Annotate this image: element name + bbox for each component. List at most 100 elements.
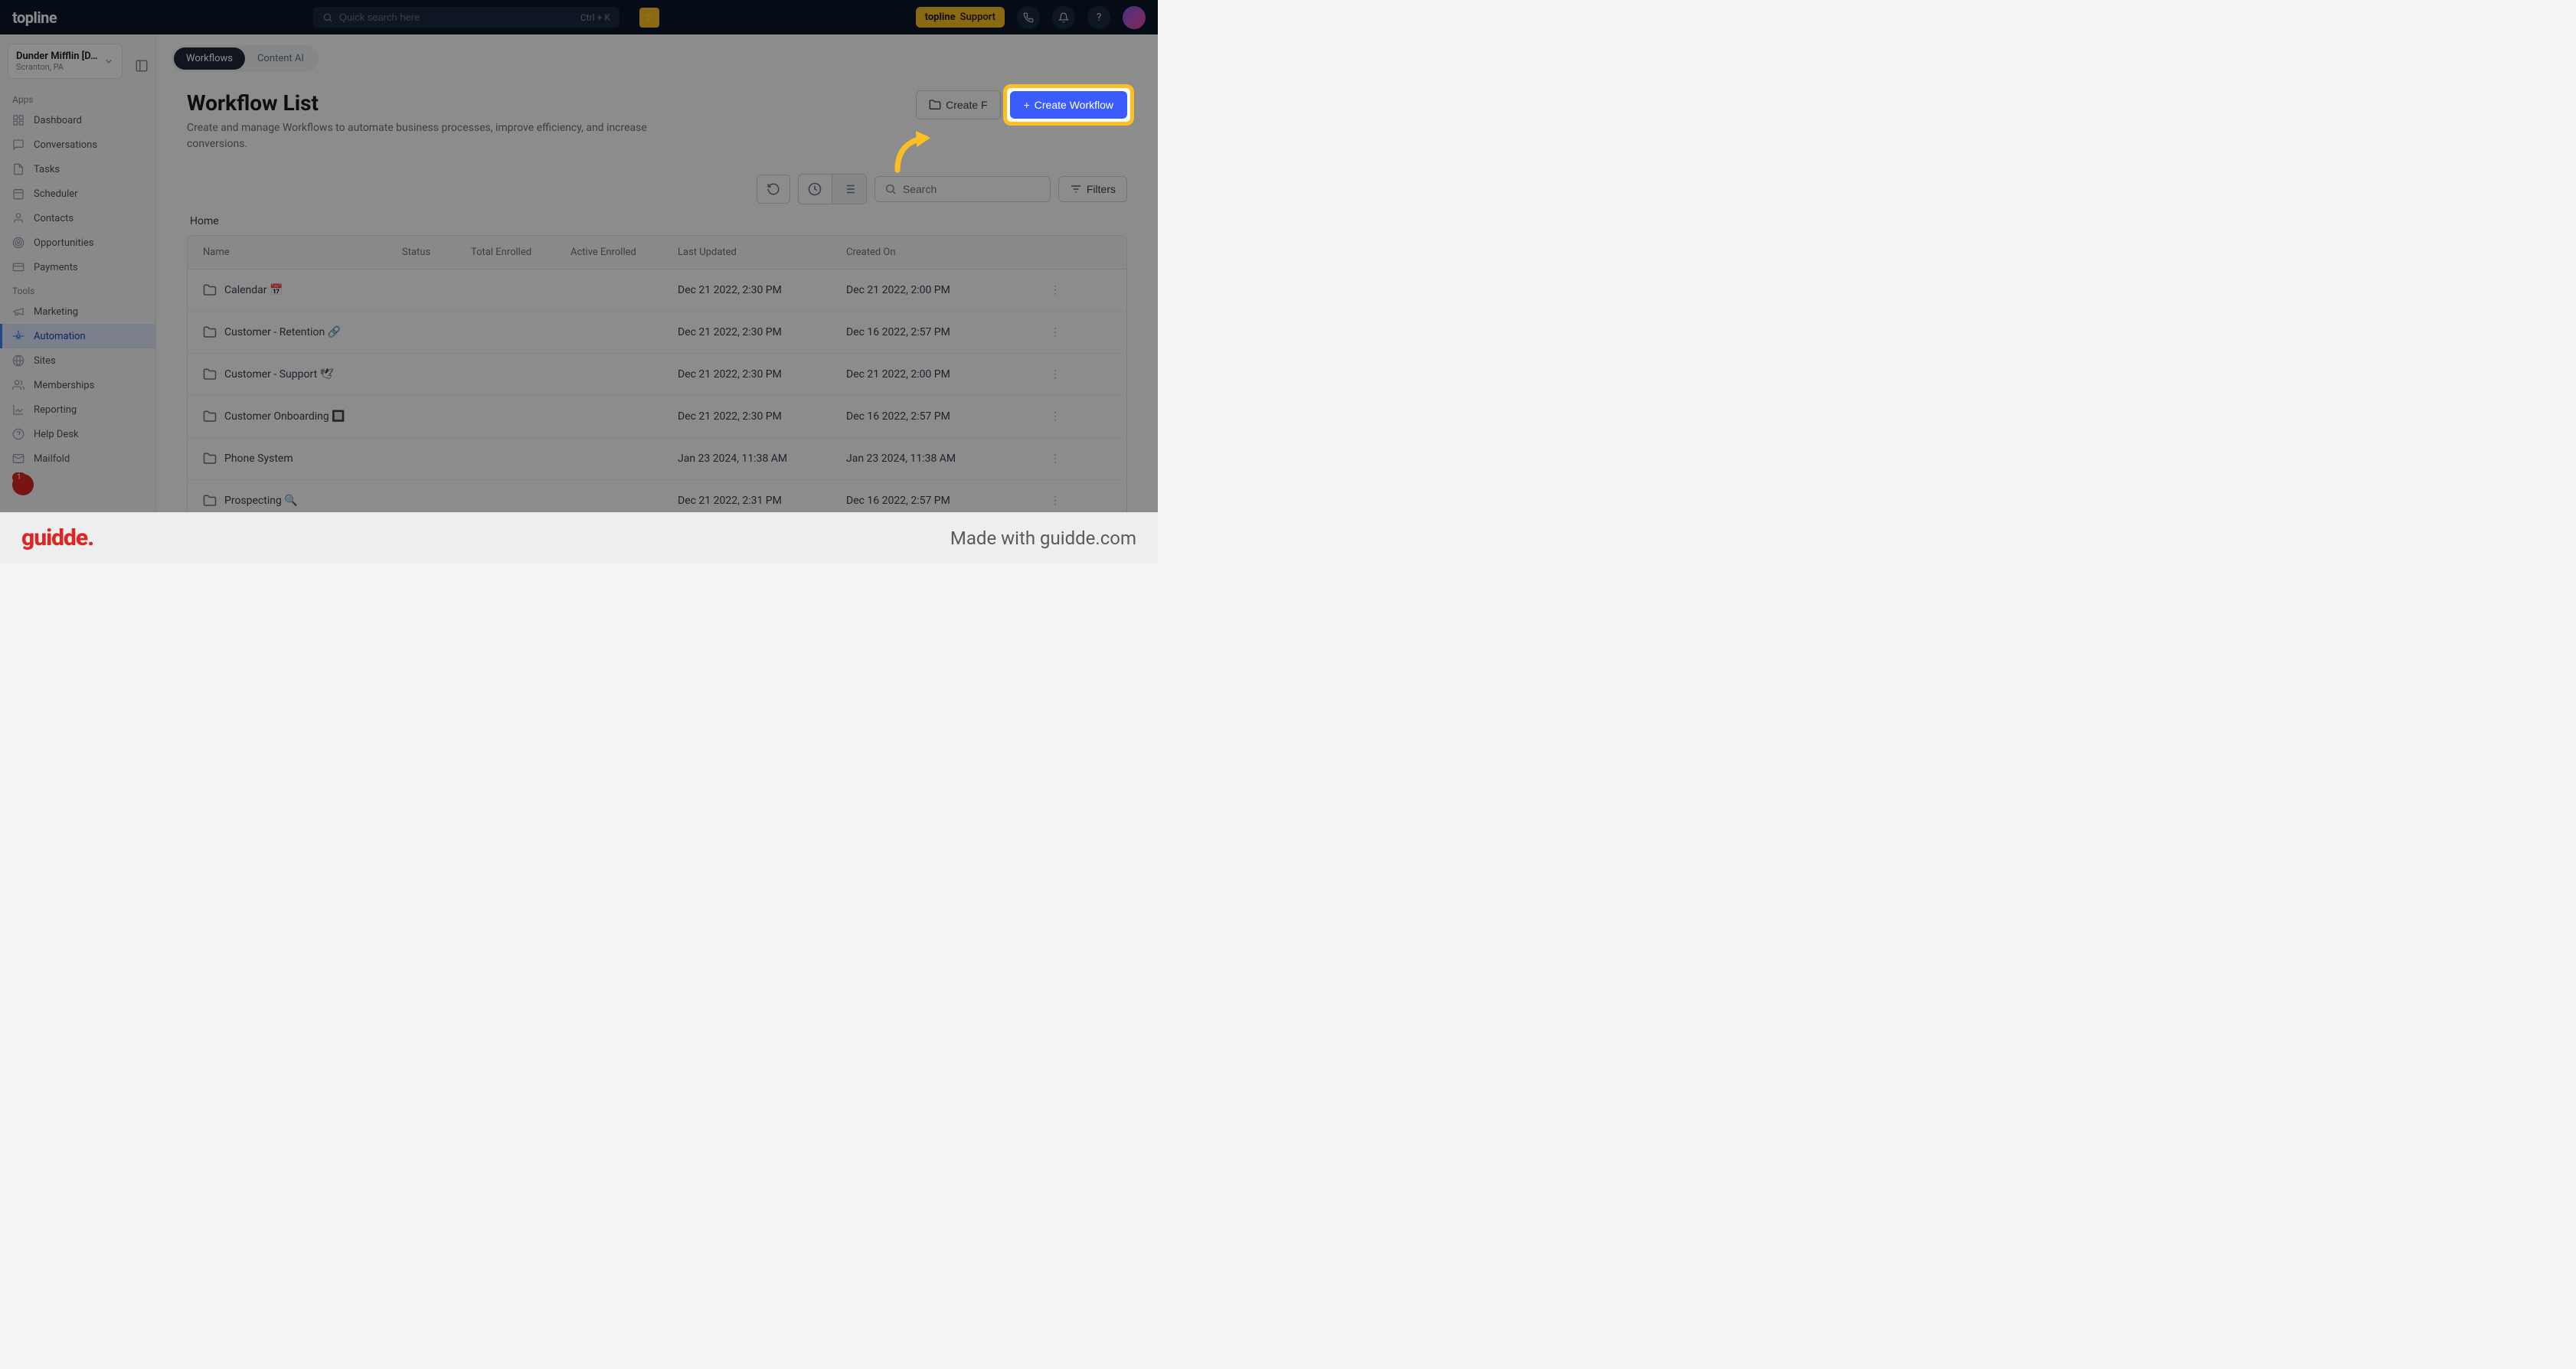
recent-button[interactable] (757, 175, 790, 204)
row-name: Calendar 📅 (224, 284, 283, 296)
sidebar-item-opportunities[interactable]: Opportunities (0, 230, 155, 255)
sidebar-item-mailfold[interactable]: Mailfold (0, 446, 155, 471)
callout-arrow (888, 121, 934, 182)
sidebar-item-marketing[interactable]: Marketing (0, 299, 155, 324)
phone-icon[interactable] (1017, 6, 1040, 29)
folder-icon (203, 452, 217, 466)
sidebar-item-label: Automation (34, 331, 86, 342)
tab-content-ai[interactable]: Content AI (245, 47, 316, 70)
sidebar-item-scheduler[interactable]: Scheduler (0, 181, 155, 206)
bell-icon[interactable] (1052, 6, 1075, 29)
org-selector[interactable]: Dunder Mifflin [D… Scranton, PA (8, 44, 123, 79)
sidebar-item-contacts[interactable]: Contacts (0, 206, 155, 230)
row-created: Dec 16 2022, 2:57 PM (846, 410, 1015, 423)
chart-icon (12, 404, 26, 416)
table-row[interactable]: Customer - Support 🕊 Dec 21 2022, 2:30 PM… (188, 354, 1126, 396)
support-button[interactable]: topline Support (916, 7, 1005, 28)
folder-icon (203, 410, 217, 423)
table-search-input[interactable] (903, 183, 1041, 195)
list-view[interactable] (832, 175, 866, 204)
search-input[interactable] (339, 11, 574, 23)
sidebar-item-sites[interactable]: Sites (0, 348, 155, 373)
row-name: Customer - Support 🕊 (224, 368, 333, 381)
tab-group: WorkflowsContent AI (172, 45, 319, 72)
row-name: Prospecting 🔍 (224, 495, 298, 507)
view-toggle (798, 174, 867, 204)
row-updated: Dec 21 2022, 2:30 PM (678, 326, 846, 338)
sidebar-item-label: Tasks (34, 164, 60, 175)
sidebar-apps-header: Apps (0, 88, 155, 108)
sidebar-item-reporting[interactable]: Reporting (0, 397, 155, 422)
folder-icon (203, 283, 217, 297)
chat-icon (12, 139, 26, 151)
tab-workflows[interactable]: Workflows (174, 47, 245, 70)
workflow-table: NameStatusTotal EnrolledActive EnrolledL… (187, 235, 1127, 522)
row-menu-icon[interactable]: ⋮ (1015, 410, 1061, 423)
table-row[interactable]: Customer - Retention 🔗 Dec 21 2022, 2:30 … (188, 312, 1126, 354)
card-icon (12, 261, 26, 273)
column-header: Total Enrolled (471, 247, 570, 258)
sidebar-item-label: Marketing (34, 306, 78, 318)
plus-icon: + (1024, 99, 1030, 111)
avatar[interactable] (1123, 6, 1146, 29)
sidebar-item-memberships[interactable]: Memberships (0, 373, 155, 397)
clock-view[interactable] (799, 175, 832, 204)
row-menu-icon[interactable]: ⋮ (1015, 453, 1061, 465)
global-search[interactable]: Ctrl + K (313, 7, 619, 28)
row-name: Customer - Retention 🔗 (224, 326, 341, 338)
row-menu-icon[interactable]: ⋮ (1015, 368, 1061, 381)
sidebar-item-tasks[interactable]: Tasks (0, 157, 155, 181)
row-menu-icon[interactable]: ⋮ (1015, 326, 1061, 338)
row-name: Customer Onboarding 🔲 (224, 410, 345, 423)
sidebar-tools-header: Tools (0, 279, 155, 299)
page-description: Create and manage Workflows to automate … (187, 120, 692, 152)
row-menu-icon[interactable]: ⋮ (1015, 495, 1061, 507)
create-workflow-button[interactable]: + Create Workflow (1010, 91, 1127, 119)
made-with-text: Made with guidde.com (950, 528, 1136, 549)
kbd-hint: Ctrl + K (580, 12, 610, 23)
calendar-icon (12, 188, 26, 200)
row-created: Dec 21 2022, 2:00 PM (846, 284, 1015, 296)
bolt-button[interactable]: ⚡ (639, 8, 659, 28)
topbar: topline Ctrl + K ⚡ topline Support ? (0, 0, 1158, 34)
sidebar-item-label: Conversations (34, 139, 97, 151)
row-updated: Dec 21 2022, 2:30 PM (678, 284, 846, 296)
column-header: Created On (846, 247, 1015, 258)
column-header: Status (402, 247, 471, 258)
sidebar-item-conversations[interactable]: Conversations (0, 132, 155, 157)
doc-icon (12, 163, 26, 175)
row-created: Dec 16 2022, 2:57 PM (846, 495, 1015, 507)
help-icon[interactable]: ? (1087, 6, 1110, 29)
user-icon (12, 212, 26, 224)
sidebar-item-label: Reporting (34, 404, 77, 416)
create-folder-button[interactable]: Create F (916, 90, 1000, 119)
row-updated: Dec 21 2022, 2:30 PM (678, 368, 846, 381)
panel-toggle-icon[interactable] (135, 59, 149, 73)
sidebar-item-label: Payments (34, 262, 78, 273)
table-row[interactable]: Phone SystemJan 23 2024, 11:38 AMJan 23 … (188, 438, 1126, 480)
breadcrumb[interactable]: Home (187, 211, 1127, 235)
users-icon (12, 379, 26, 391)
sidebar-item-label: Mailfold (34, 453, 70, 465)
sidebar-item-label: Memberships (34, 380, 94, 391)
column-header: Active Enrolled (570, 247, 678, 258)
row-menu-icon[interactable]: ⋮ (1015, 284, 1061, 296)
table-row[interactable]: Calendar 📅 Dec 21 2022, 2:30 PMDec 21 202… (188, 270, 1126, 312)
filters-button[interactable]: Filters (1058, 176, 1127, 202)
sidebar-item-label: Help Desk (34, 429, 79, 440)
sidebar-item-help-desk[interactable]: Help Desk (0, 422, 155, 446)
mail-icon (12, 453, 26, 465)
row-created: Jan 23 2024, 11:38 AM (846, 453, 1015, 465)
sidebar-item-payments[interactable]: Payments (0, 255, 155, 279)
guidde-footer: guidde. Made with guidde.com (0, 512, 1158, 564)
sidebar-item-dashboard[interactable]: Dashboard (0, 108, 155, 132)
megaphone-icon (12, 305, 26, 318)
notification-badge: 1 (12, 472, 26, 482)
sidebar-item-label: Opportunities (34, 237, 93, 249)
grid-icon (12, 114, 26, 126)
gear-icon (12, 330, 26, 342)
search-icon (884, 183, 897, 195)
search-icon (322, 12, 333, 23)
table-row[interactable]: Customer Onboarding 🔲Dec 21 2022, 2:30 P… (188, 396, 1126, 438)
sidebar-item-automation[interactable]: Automation (0, 324, 155, 348)
